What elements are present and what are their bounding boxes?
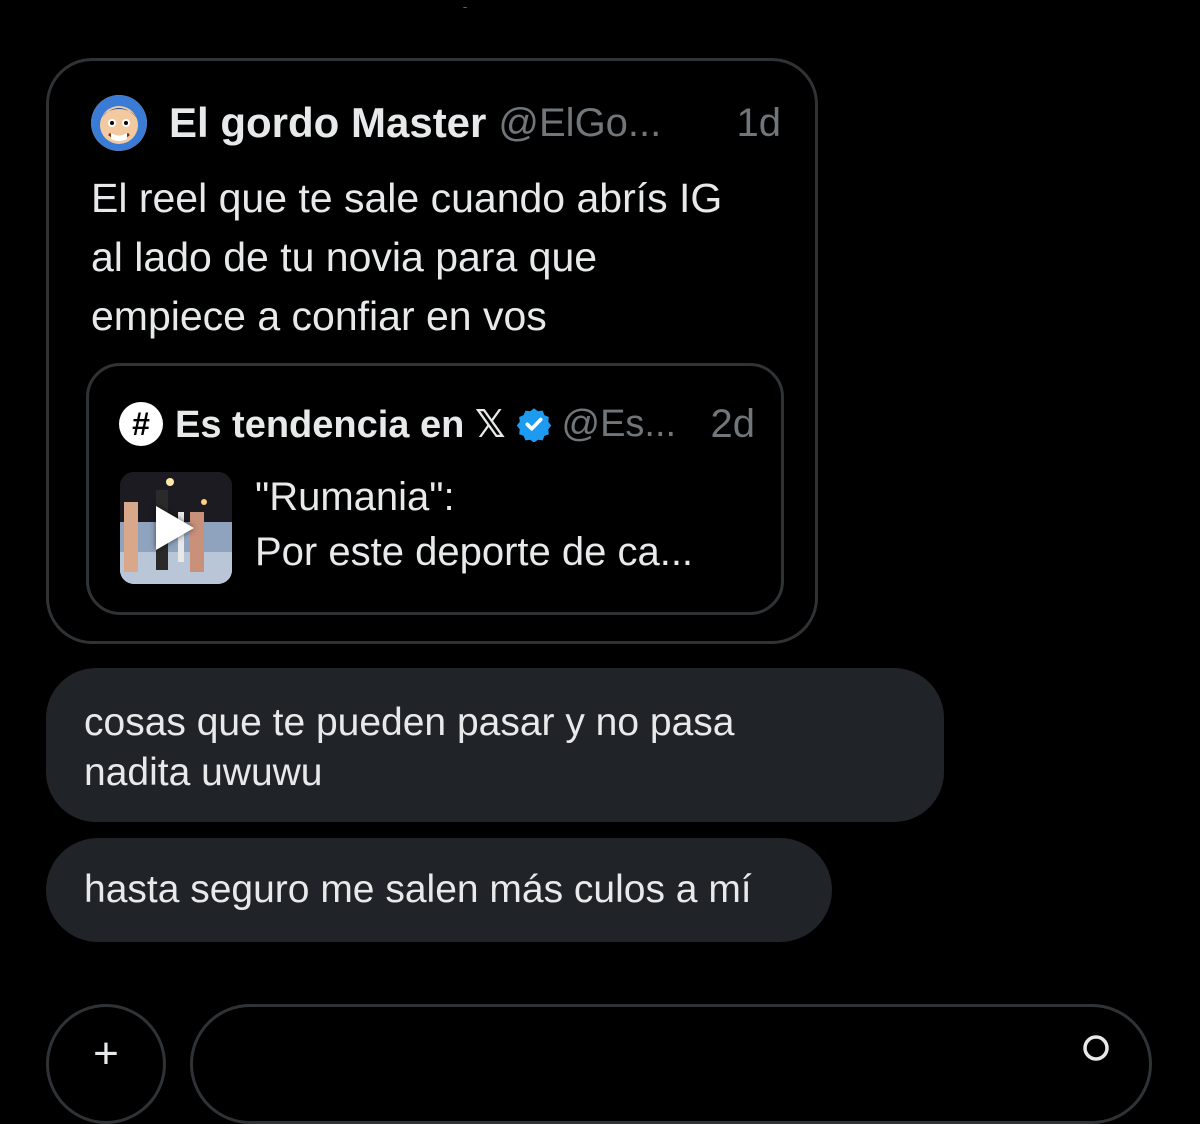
cartoon-avatar-icon[interactable] — [91, 95, 147, 151]
quoted-text-line: Por este deporte de ca... — [255, 530, 694, 574]
hashtag-icon: # — [119, 402, 163, 446]
quoted-tweet-header: # Es tendencia en 𝕏 @Es... 2d — [119, 394, 755, 454]
shared-tweet-card[interactable]: El gordo Master @ElGo... 1d El reel que … — [46, 58, 818, 644]
tweet-header: El gordo Master @ElGo... 1d — [91, 93, 781, 153]
tweet-timestamp[interactable]: 1d — [737, 101, 782, 146]
verified-badge-icon — [516, 408, 551, 442]
video-thumbnail[interactable] — [120, 472, 232, 584]
message-text-line: cosas que te pueden pasar y no pasa — [84, 701, 735, 744]
quoted-tweet-card[interactable]: # Es tendencia en 𝕏 @Es... 2d "Rumania":… — [86, 363, 784, 615]
author-name[interactable]: El gordo Master — [169, 99, 486, 147]
previous-content-fragment: , — [460, 0, 500, 8]
add-attachment-button[interactable]: + — [46, 1004, 166, 1124]
author-handle[interactable]: @ElGo... — [498, 101, 661, 146]
search-icon[interactable] — [1080, 1032, 1114, 1066]
quoted-tweet-timestamp[interactable]: 2d — [711, 402, 756, 447]
message-bubble[interactable]: hasta seguro me salen más culos a mí — [46, 838, 832, 942]
tweet-text-line: El reel que te sale cuando abrís IG — [91, 175, 723, 221]
message-input[interactable] — [190, 1004, 1152, 1124]
quoted-author-name[interactable]: Es tendencia en 𝕏 — [175, 402, 506, 447]
play-icon[interactable] — [156, 506, 194, 550]
tweet-text-line: al lado de tu novia para que — [91, 234, 598, 280]
tweet-text-line: empiece a confiar en vos — [91, 293, 547, 339]
message-text-line: hasta seguro me salen más culos a mí — [84, 868, 752, 911]
tweet-text: El reel que te sale cuando abrís IG al l… — [91, 169, 791, 346]
quoted-tweet-text: "Rumania": Por este deporte de ca... — [255, 470, 765, 580]
quoted-author-handle[interactable]: @Es... — [562, 403, 677, 446]
quoted-text-line: "Rumania": — [255, 475, 455, 519]
message-bubble[interactable]: cosas que te pueden pasar y no pasa nadi… — [46, 668, 944, 822]
message-text-line: nadita uwuwu — [84, 751, 323, 794]
